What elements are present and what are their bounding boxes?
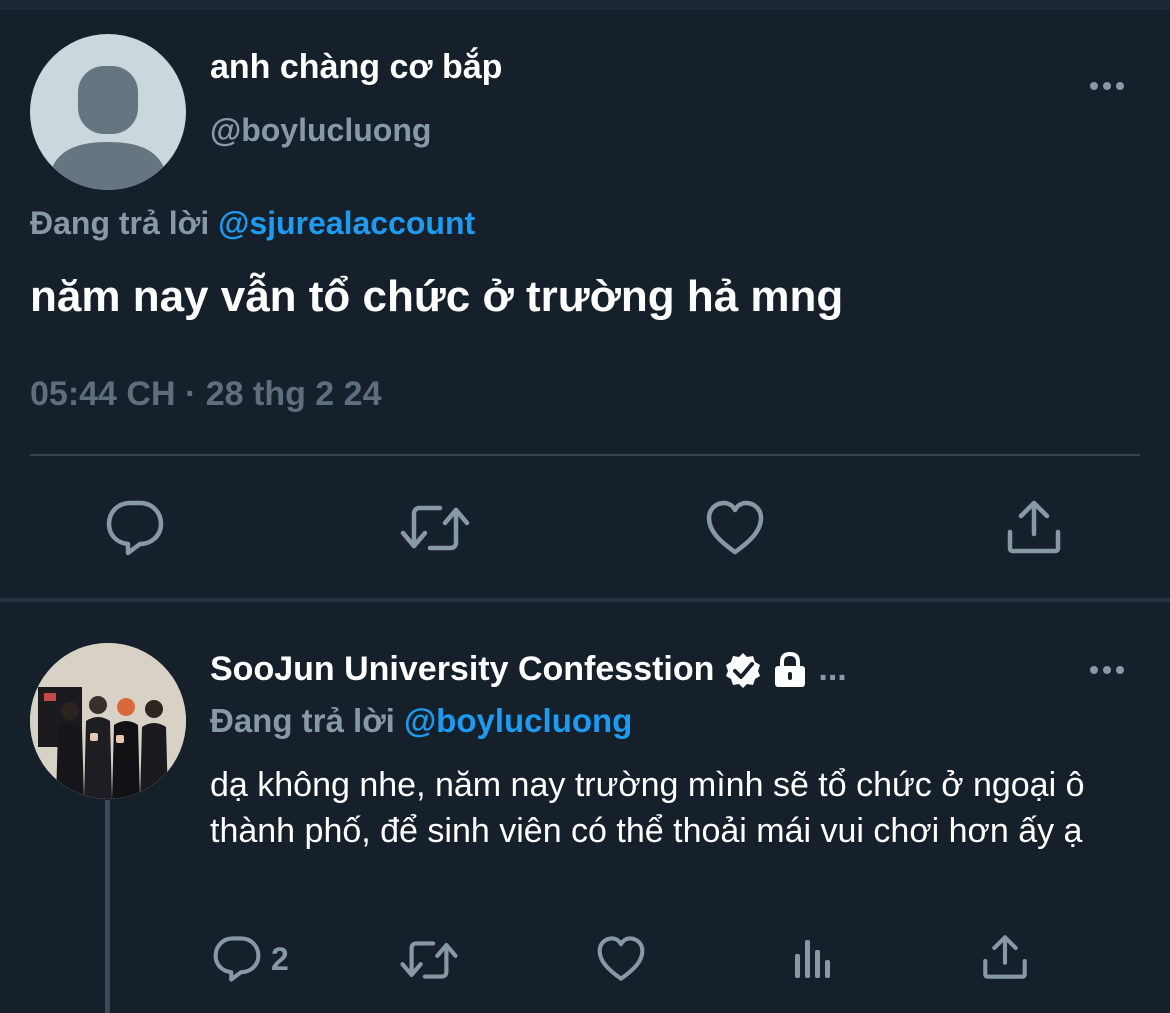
share-icon [1007,500,1061,554]
reply-tweet-text: dạ không nhe, năm nay trường mình sẽ tổ … [210,766,1085,850]
replying-to-label: Đang trả lời [30,205,210,241]
lock-icon [775,651,806,687]
reply-share-button[interactable] [982,934,1028,980]
reply-replying-to-mention[interactable]: @boylucluong [404,702,632,739]
reply-icon [106,500,164,556]
verified-icon [726,652,761,688]
thread-connector [105,800,110,1013]
reply-retweet-button[interactable] [400,938,458,982]
more-options-icon[interactable] [1088,76,1128,96]
author-handle[interactable]: @boylucluong [210,112,431,149]
analytics-icon [795,940,830,978]
author-display-name[interactable]: anh chàng cơ bắp [210,48,502,87]
like-icon [597,936,645,981]
share-button[interactable] [1006,500,1062,554]
retweet-icon [400,941,458,979]
replying-to-line: Đang trả lời @sjurealaccount [30,205,475,242]
tweet-separator [0,598,1170,602]
name-truncation: ... [818,650,847,688]
default-avatar-icon [48,66,168,190]
reply-icon [213,936,261,982]
like-icon [706,500,764,555]
reply-more-options-icon[interactable] [1088,660,1128,680]
replying-to-mention[interactable]: @sjurealaccount [218,205,475,241]
reply-replying-to-label: Đang trả lời [210,702,395,739]
reply-author-display-name[interactable]: SooJun University Confesstion [210,650,714,689]
reply-replying-to-line: Đang trả lời @boylucluong [210,702,632,740]
like-button[interactable] [706,500,764,556]
reply-button[interactable] [106,500,164,556]
retweet-button[interactable] [400,502,470,554]
user-avatar[interactable] [30,643,186,799]
analytics-button[interactable] [792,936,832,980]
tweet-text: năm nay vẫn tổ chức ở trường hả mng [30,272,844,321]
group-photo-avatar [30,643,186,799]
reply-count: 2 [271,940,289,977]
share-icon [983,935,1027,979]
divider [30,454,1140,456]
reply-like-button[interactable] [597,936,645,982]
tweet-timestamp[interactable]: 05:44 CH · 28 thg 2 24 [30,375,381,414]
retweet-icon [400,505,470,551]
reply-reply-button[interactable]: 2 [213,936,289,982]
default-avatar[interactable] [30,34,186,190]
top-divider [0,0,1170,10]
reply-author-row[interactable]: SooJun University Confesstion ... [210,650,847,689]
